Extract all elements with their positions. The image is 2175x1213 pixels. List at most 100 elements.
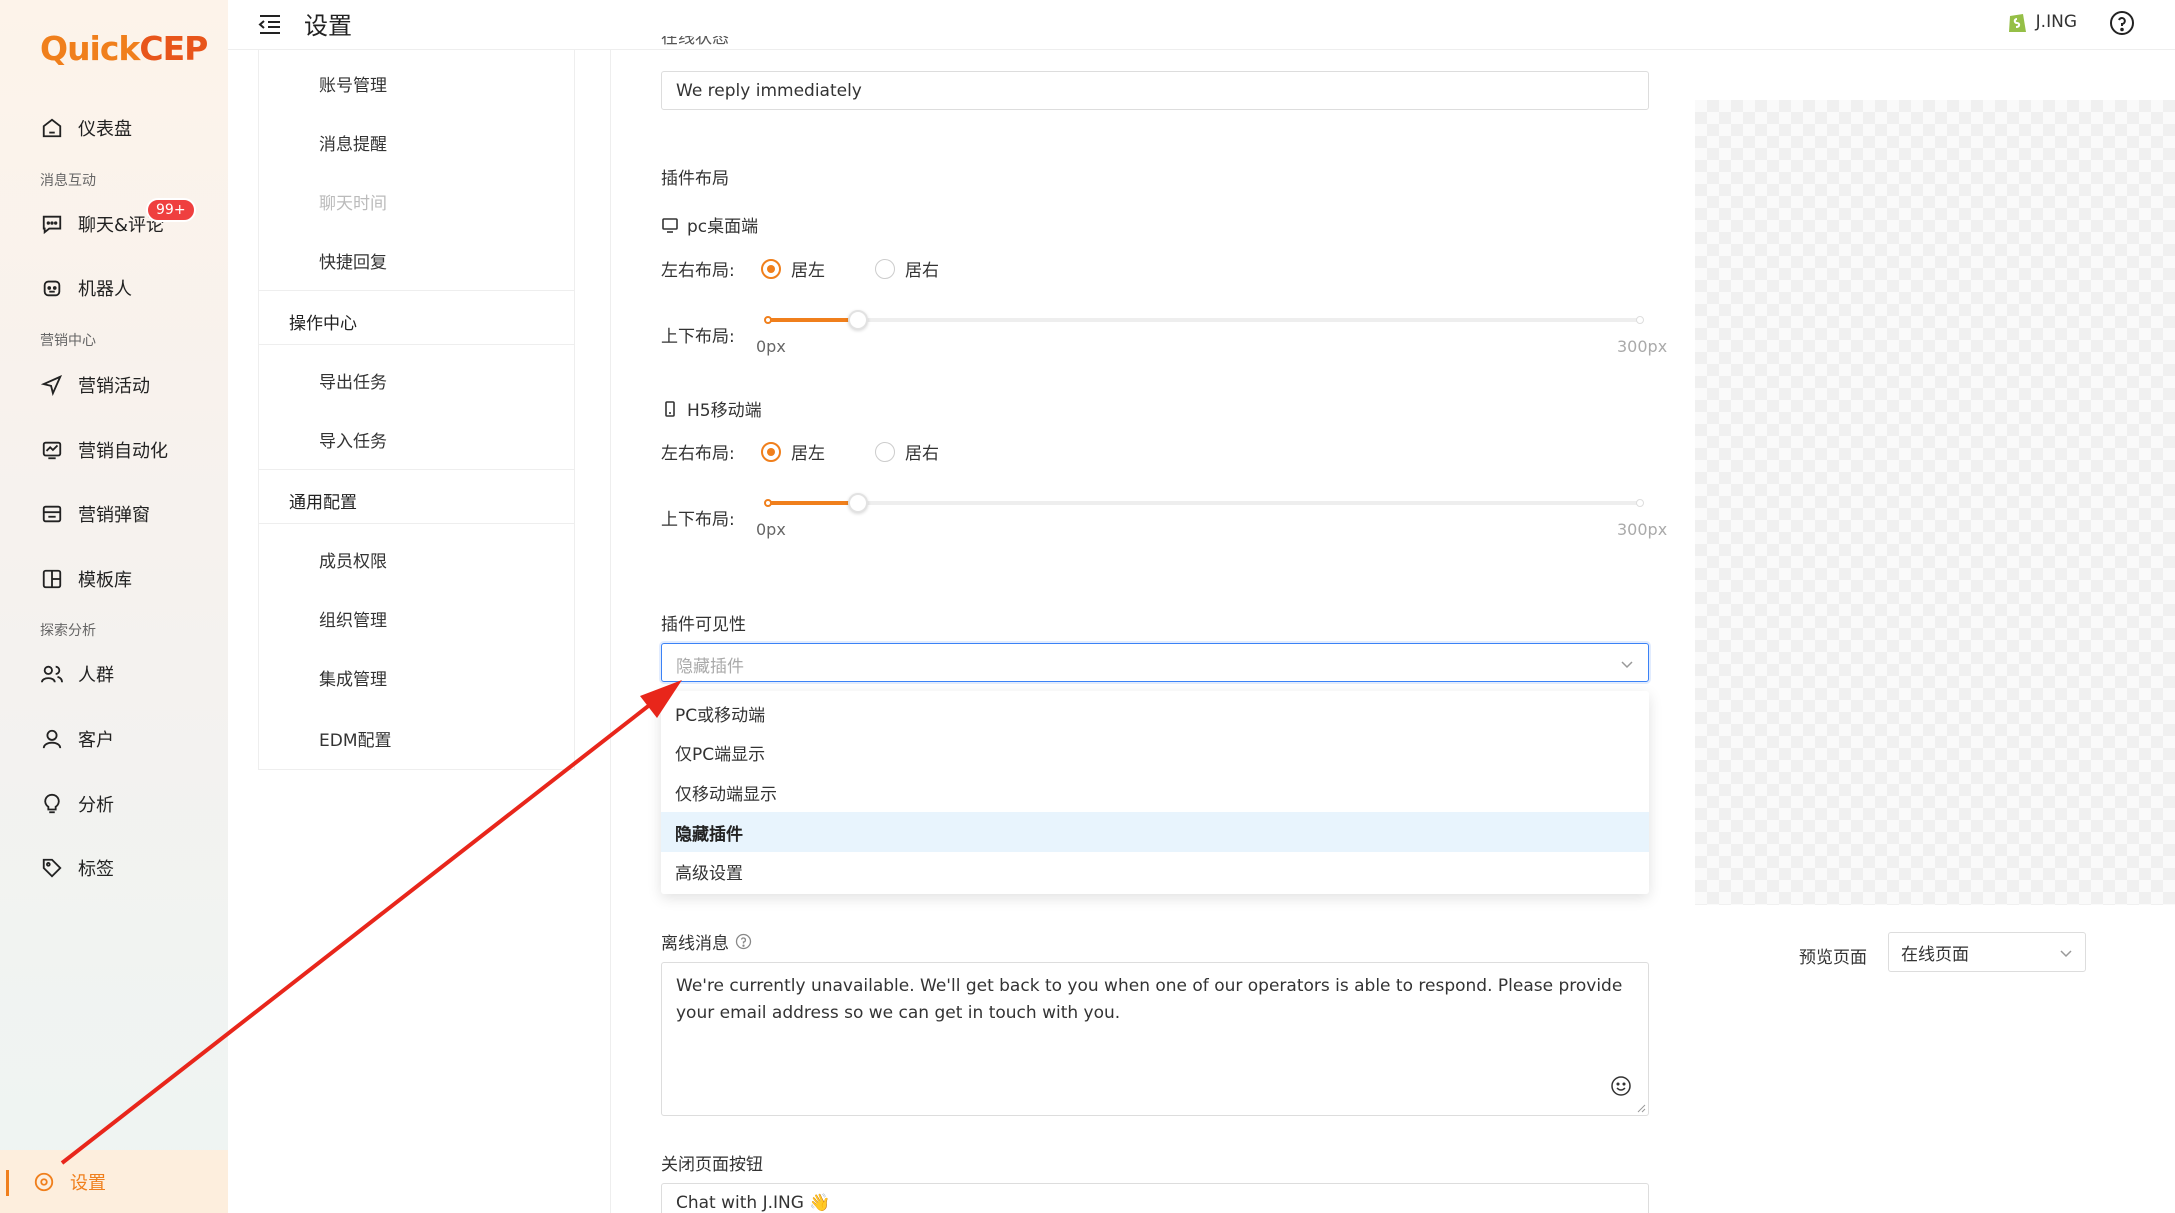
offline-label-text: 离线消息 [661, 934, 729, 954]
chevron-down-icon [1621, 661, 1633, 669]
h5-radio-right-label: 居右 [905, 444, 939, 464]
nav-label-settings: 设置 [70, 1173, 106, 1194]
robot-icon [40, 276, 64, 300]
dropdown-option[interactable]: 仅PC端显示 [661, 732, 1649, 772]
online-status-label: 在线状态 [661, 36, 729, 48]
nav-item-templates[interactable]: 模板库 [40, 561, 132, 597]
visibility-select-value: 隐藏插件 [676, 657, 744, 677]
close-button-label: 关闭页面按钮 [661, 1155, 763, 1175]
active-indicator [6, 1170, 9, 1196]
nav-label-audience: 人群 [78, 665, 114, 686]
nav-label-analysis: 分析 [78, 795, 114, 816]
slider-start-dot [764, 499, 772, 507]
pc-slider-max: 300px [1617, 337, 1668, 356]
quickcep-logo[interactable]: Quick CEP [40, 26, 208, 70]
h5-radio-left[interactable]: 居左 [761, 439, 825, 464]
submenu-divider [259, 344, 575, 345]
slider-fill [766, 501, 858, 505]
pc-lr-label: 左右布局: [661, 261, 735, 281]
dropdown-option[interactable]: 仅移动端显示 [661, 772, 1649, 812]
pc-radio-left[interactable]: 居左 [761, 256, 825, 281]
submenu-members[interactable]: 成员权限 [319, 547, 387, 572]
slider-end-dot [1636, 499, 1644, 507]
users-icon [40, 662, 64, 686]
nav-settings-row: 设置 [32, 1164, 106, 1200]
message-icon [40, 212, 64, 236]
unread-badge: 99+ [146, 198, 196, 222]
settings-submenu: 账号管理 消息提醒 聊天时间 快捷回复 操作中心 导出任务 导入任务 通用配置 … [258, 50, 575, 770]
offline-message-text: We're currently unavailable. We'll get b… [676, 976, 1623, 1023]
question-circle-icon[interactable] [2109, 10, 2137, 38]
online-status-input[interactable]: We reply immediately [661, 71, 1649, 110]
slider-track [766, 501, 1642, 505]
nav-label-templates: 模板库 [78, 570, 132, 591]
menu-fold-icon[interactable] [256, 10, 284, 38]
submenu-notify[interactable]: 消息提醒 [319, 130, 387, 155]
nav-label-customer: 客户 [78, 730, 114, 751]
home-icon [40, 116, 64, 140]
h5-section-title: H5移动端 [661, 396, 762, 421]
slider-track [766, 318, 1642, 322]
visibility-select[interactable]: 隐藏插件 [661, 643, 1649, 682]
dropdown-option[interactable]: 高级设置 [661, 851, 1649, 891]
template-icon [40, 567, 64, 591]
page-title: 设置 [304, 12, 352, 40]
nav-label-robot: 机器人 [78, 279, 132, 300]
dropdown-option-selected[interactable]: 隐藏插件 [661, 812, 1649, 852]
nav-item-robot[interactable]: 机器人 [40, 270, 132, 306]
left-sidebar: Quick CEP 仪表盘 消息互动 聊天&评论 99+ 机器人 营销中心 营销活… [0, 0, 228, 1213]
pc-radio-right[interactable]: 居右 [875, 256, 939, 281]
nav-item-audience[interactable]: 人群 [40, 656, 114, 692]
logo-uick: uick [67, 28, 140, 68]
submenu-integration[interactable]: 集成管理 [319, 665, 387, 690]
top-bar: 设置 J.ING [228, 0, 2175, 50]
nav-item-dashboard[interactable]: 仪表盘 [40, 110, 132, 146]
nav-item-campaign[interactable]: 营销活动 [40, 367, 150, 403]
submenu-org[interactable]: 组织管理 [319, 606, 387, 631]
radio-dot [875, 441, 895, 462]
slider-handle[interactable] [848, 493, 868, 513]
nav-item-tags[interactable]: 标签 [40, 850, 114, 886]
submenu-group-general: 通用配置 [289, 493, 357, 513]
user-account[interactable]: J.ING [2006, 10, 2077, 34]
layout-title: 插件布局 [661, 169, 729, 189]
h5-ud-label: 上下布局: [661, 510, 735, 530]
offline-label: 离线消息 [661, 929, 752, 954]
submenu-account[interactable]: 账号管理 [319, 71, 387, 96]
submenu-import[interactable]: 导入任务 [319, 427, 387, 452]
user-name: J.ING [2035, 12, 2077, 32]
h5-radio-left-label: 居左 [791, 444, 825, 464]
resize-handle-icon[interactable] [1636, 1103, 1646, 1113]
pc-ud-label: 上下布局: [661, 327, 735, 347]
chevron-down-icon [2060, 950, 2072, 958]
preview-page-select[interactable]: 在线页面 [1888, 932, 2086, 972]
nav-item-automation[interactable]: 营销自动化 [40, 432, 168, 468]
pc-slider-min: 0px [756, 337, 786, 356]
smile-icon[interactable] [1610, 1075, 1632, 1097]
offline-message-textarea[interactable]: We're currently unavailable. We'll get b… [661, 962, 1649, 1116]
submenu-quick-reply[interactable]: 快捷回复 [319, 248, 387, 273]
pc-radio-left-label: 居左 [791, 261, 825, 281]
nav-item-popup[interactable]: 营销弹窗 [40, 496, 150, 532]
h5-radio-right[interactable]: 居右 [875, 439, 939, 464]
nav-section-marketing: 营销中心 [40, 333, 96, 349]
submenu-divider [259, 523, 575, 524]
submenu-export[interactable]: 导出任务 [319, 368, 387, 393]
slider-handle[interactable] [848, 310, 868, 330]
user-icon [40, 727, 64, 751]
question-circle-icon[interactable] [735, 933, 752, 950]
submenu-chat-time[interactable]: 聊天时间 [319, 189, 387, 214]
automation-icon [40, 438, 64, 462]
send-icon [40, 373, 64, 397]
nav-item-settings[interactable]: 设置 [0, 1150, 228, 1213]
nav-item-customer[interactable]: 客户 [40, 721, 114, 757]
radio-dot [875, 258, 895, 279]
submenu-edm[interactable]: EDM配置 [319, 726, 392, 751]
submenu-group-ops: 操作中心 [289, 314, 357, 334]
close-button-input[interactable]: Chat with J.ING 👋 [661, 1183, 1649, 1213]
nav-label-automation: 营销自动化 [78, 441, 168, 462]
h5-title-text: H5移动端 [687, 401, 762, 421]
dropdown-option[interactable]: PC或移动端 [661, 693, 1649, 733]
nav-item-analysis[interactable]: 分析 [40, 786, 114, 822]
column-divider [610, 50, 611, 1213]
